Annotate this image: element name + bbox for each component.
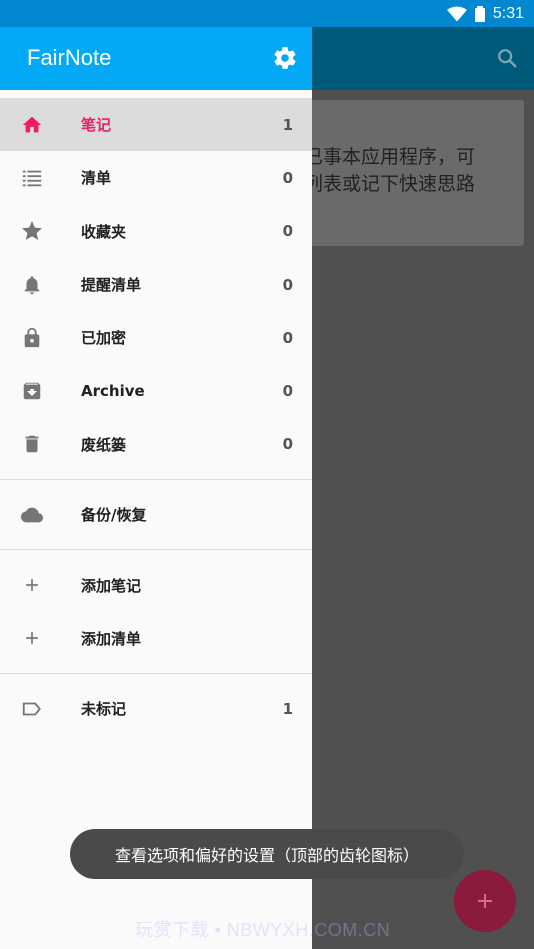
drawer-item-label: 已加密: [81, 329, 127, 348]
navigation-drawer: FairNote 笔记 1 清单 0 收藏夹 0 提醒清单 0 已加密 0 Ar…: [0, 27, 312, 949]
archive-icon: [20, 379, 44, 403]
plus-icon: [20, 626, 44, 650]
drawer-item-archive[interactable]: Archive 0: [0, 364, 312, 417]
divider: [0, 672, 312, 674]
status-bar: 5:31: [0, 0, 534, 27]
lock-icon: [20, 326, 44, 350]
drawer-item-backup[interactable]: 备份/恢复: [0, 488, 312, 541]
drawer-item-untagged[interactable]: 未标记 1: [0, 682, 312, 735]
list-icon: [20, 166, 44, 190]
plus-icon: [478, 894, 492, 908]
star-icon: [20, 219, 44, 243]
drawer-item-label: 备份/恢复: [81, 506, 147, 525]
drawer-item-label: 提醒清单: [81, 276, 142, 295]
drawer-item-count: 0: [282, 382, 293, 401]
battery-icon: [474, 6, 485, 22]
drawer-item-count: 0: [282, 222, 293, 241]
drawer-item-label: 清单: [81, 169, 112, 188]
bell-icon: [20, 273, 44, 297]
drawer-item-count: 0: [282, 328, 293, 347]
drawer-item-label: 废纸篓: [81, 435, 127, 454]
note-card[interactable]: 已事本应用程序，可 列表或记下快速思路: [290, 100, 524, 246]
app-title: FairNote: [27, 45, 112, 70]
drawer-item-count: 0: [282, 275, 293, 294]
plus-icon: [20, 573, 44, 597]
label-icon: [20, 697, 44, 721]
drawer-menu: 笔记 1 清单 0 收藏夹 0 提醒清单 0 已加密 0 Archive 0 废…: [0, 90, 312, 735]
drawer-item-label: 收藏夹: [81, 222, 127, 241]
drawer-item-encrypted[interactable]: 已加密 0: [0, 311, 312, 364]
watermark: 玩赏下载 • NBWYXH.COM.CN: [135, 920, 391, 940]
toast-message: 查看选项和偏好的设置（顶部的齿轮图标）: [70, 829, 464, 879]
drawer-item-label: 添加笔记: [81, 576, 142, 595]
toast-text: 查看选项和偏好的设置（顶部的齿轮图标）: [114, 846, 419, 865]
note-card-line-1: 已事本应用程序，可: [304, 146, 476, 168]
cloud-icon: [20, 503, 44, 527]
drawer-item-label: 未标记: [81, 700, 127, 719]
drawer-item-label: 笔记: [81, 116, 112, 135]
search-icon[interactable]: [496, 47, 518, 69]
drawer-item-count: 0: [282, 168, 293, 187]
wifi-icon: [446, 6, 467, 22]
drawer-item-lists[interactable]: 清单 0: [0, 151, 312, 204]
drawer-item-reminders[interactable]: 提醒清单 0: [0, 258, 312, 311]
drawer-item-trash[interactable]: 废纸篓 0: [0, 418, 312, 471]
drawer-item-label: Archive: [81, 382, 145, 401]
drawer-item-notes[interactable]: 笔记 1: [0, 98, 312, 152]
drawer-item-favorites[interactable]: 收藏夹 0: [0, 205, 312, 258]
note-card-line-2: 列表或记下快速思路: [304, 173, 476, 195]
trash-icon: [20, 432, 44, 456]
divider: [0, 479, 312, 481]
drawer-item-count: 0: [282, 435, 293, 454]
drawer-item-add-list[interactable]: 添加清单: [0, 612, 312, 665]
drawer-header: FairNote: [0, 27, 312, 90]
home-icon: [20, 113, 44, 137]
add-fab-button[interactable]: [454, 870, 516, 932]
divider: [0, 549, 312, 551]
drawer-item-count: 1: [282, 115, 293, 134]
status-time: 5:31: [492, 5, 524, 22]
gear-icon[interactable]: [272, 45, 298, 71]
drawer-item-add-note[interactable]: 添加笔记: [0, 558, 312, 611]
drawer-item-count: 1: [282, 699, 293, 718]
drawer-item-label: 添加清单: [81, 629, 142, 648]
